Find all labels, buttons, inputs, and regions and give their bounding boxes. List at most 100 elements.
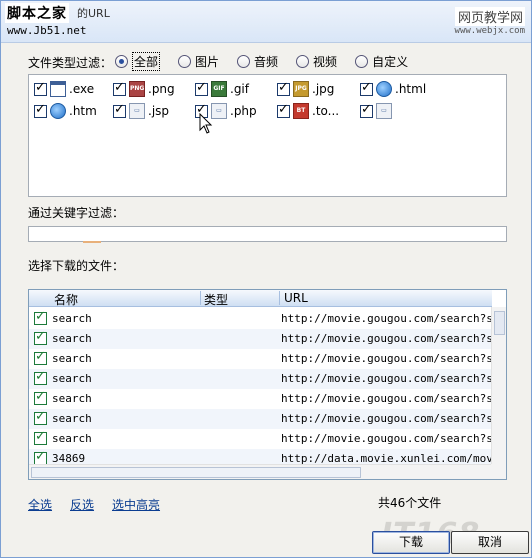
site-url: www.Jb51.net [7,24,87,37]
download-dialog: 脚本之家 的URL www.Jb51.net 网页教学网 www.webjx.c… [0,0,532,558]
checkbox[interactable] [113,102,126,118]
column-divider[interactable] [279,291,280,305]
keyword-filter-label: 通过关键字过滤： [28,206,125,220]
column-name[interactable]: 名称 [54,291,78,308]
radio-images[interactable]: 图片 [178,52,219,71]
table-row[interactable]: search http://movie.gougou.com/search?se… [29,349,492,369]
radio-dot[interactable] [237,55,251,68]
type-torrent[interactable]: BT .to... [277,102,340,119]
radio-custom[interactable]: 自定义 [355,52,408,71]
table-row[interactable]: search http://movie.gougou.com/search?se… [29,329,492,349]
type-jpg[interactable]: JPG .jpg [277,80,335,97]
cell-url: http://movie.gougou.com/search?sear [281,372,491,385]
row-checkbox[interactable] [34,329,47,345]
type-label: .exe [69,82,95,96]
cell-name: search [52,312,92,325]
radio-all[interactable]: 全部 [115,52,161,71]
invert-selection-link[interactable]: 反选 [70,496,94,513]
checkbox[interactable] [277,80,290,96]
scrollbar-corner [491,464,506,479]
type-label: .php [230,104,257,118]
type-label: .to... [312,104,340,118]
type-label: .jpg [312,82,335,96]
row-checkbox[interactable] [34,429,47,445]
type-label: .gif [230,82,249,96]
horizontal-scroll-thumb[interactable] [31,467,361,478]
checkbox[interactable] [360,102,373,118]
radio-audio[interactable]: 音频 [237,52,278,71]
file-type-list: .exe PNG .png GIF .gif JPG .jpg .html .h… [28,74,507,197]
type-label: .jsp [148,104,170,118]
table-row[interactable]: search http://movie.gougou.com/search?se… [29,369,492,389]
type-gif[interactable]: GIF .gif [195,80,249,97]
cell-url: http://movie.gougou.com/search?sear [281,412,491,425]
keyword-input[interactable] [28,226,507,242]
checkbox[interactable] [277,102,290,118]
cell-url: http://movie.gougou.com/search?sear [281,332,491,345]
generic-file-icon: ▭ [129,103,145,119]
vertical-scroll-thumb[interactable] [494,311,505,335]
cell-name: search [52,392,92,405]
cancel-button[interactable]: 取消 [451,531,529,554]
radio-video[interactable]: 视频 [296,52,337,71]
checkbox[interactable] [34,102,47,118]
ie-icon [376,81,392,97]
window-title: 的URL [77,7,110,20]
input-focus-mark [83,241,101,243]
cell-name: search [52,372,92,385]
type-filter-label: 文件类型过滤： [28,56,113,70]
type-exe[interactable]: .exe [34,80,95,97]
ie-icon [50,103,66,119]
file-count: 共46个文件 [378,496,442,510]
horizontal-scrollbar[interactable] [29,464,506,479]
download-button[interactable]: 下载 [372,531,450,554]
title-bar: 脚本之家 的URL www.Jb51.net 网页教学网 www.webjx.c… [1,1,531,43]
row-checkbox[interactable] [34,389,47,405]
type-label: .html [395,82,427,96]
type-label: .png [148,82,175,96]
highlight-selected-link[interactable]: 选中高亮 [112,496,160,513]
row-checkbox[interactable] [34,349,47,365]
column-divider[interactable] [200,291,201,305]
type-htm[interactable]: .htm [34,102,97,119]
generic-file-icon: ▭ [211,103,227,119]
table-header: 名称 类型 URL [29,290,492,307]
radio-dot[interactable] [178,55,192,68]
table-row[interactable]: search http://movie.gougou.com/search?se… [29,389,492,409]
radio-label: 全部 [132,52,161,71]
type-html[interactable]: .html [360,80,427,97]
cell-name: search [52,332,92,345]
jpg-icon: JPG [293,81,309,97]
checkbox[interactable] [360,80,373,96]
radio-dot[interactable] [355,55,369,68]
table-row[interactable]: search http://movie.gougou.com/search?se… [29,429,492,449]
gif-icon: GIF [211,81,227,97]
radio-dot[interactable] [296,55,310,68]
type-png[interactable]: PNG .png [113,80,175,97]
checkbox[interactable] [34,80,47,96]
vertical-scrollbar[interactable] [491,307,506,464]
torrent-icon: BT [293,103,309,119]
radio-label: 自定义 [372,55,409,69]
table-row[interactable]: search http://movie.gougou.com/search?se… [29,409,492,429]
file-select-label: 选择下载的文件： [28,259,125,273]
cell-name: search [52,352,92,365]
checkbox[interactable] [113,80,126,96]
cell-url: http://movie.gougou.com/search?sear [281,392,491,405]
checkbox[interactable] [195,80,208,96]
cell-name: search [52,412,92,425]
type-other[interactable]: ▭ [360,102,395,119]
column-url[interactable]: URL [284,291,308,305]
row-checkbox[interactable] [34,369,47,385]
column-type[interactable]: 类型 [204,291,228,308]
radio-dot[interactable] [115,55,128,68]
select-all-link[interactable]: 全选 [28,496,52,513]
table-row[interactable]: search http://movie.gougou.com/search?se… [29,309,492,329]
type-jsp[interactable]: ▭ .jsp [113,102,170,119]
cell-name: search [52,432,92,445]
png-icon: PNG [129,81,145,97]
row-checkbox[interactable] [34,409,47,425]
watermark: 网页教学网 www.webjx.com [454,7,525,36]
cell-url: http://movie.gougou.com/search?sear [281,432,491,445]
row-checkbox[interactable] [34,309,47,325]
